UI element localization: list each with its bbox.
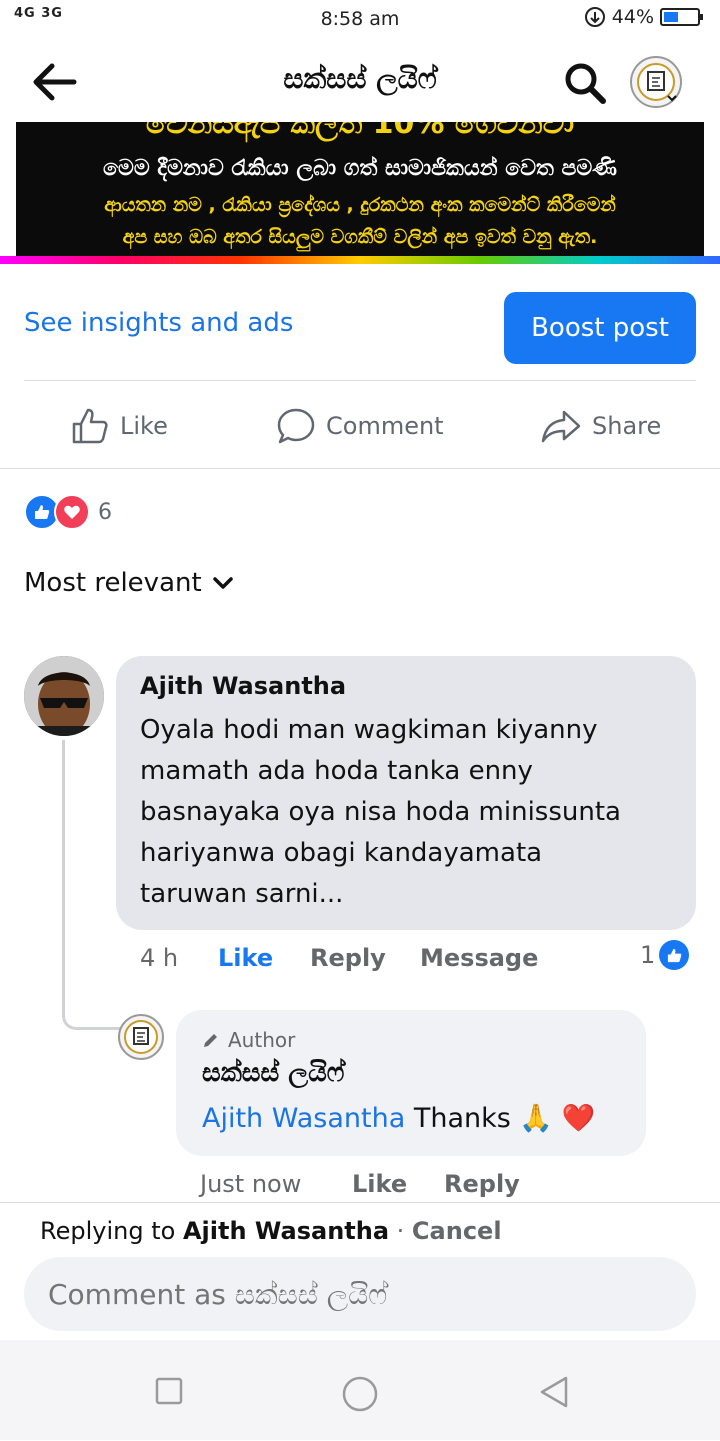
search-button[interactable] [560, 58, 610, 108]
reply-author[interactable]: සක්සස් ලයිෆ් [202, 1058, 344, 1089]
reply-reply-button[interactable]: Reply [444, 1170, 520, 1198]
comment-like-button[interactable]: Like [218, 944, 273, 972]
page-title: සක්සස් ලයිෆ් [283, 62, 437, 95]
divider [0, 468, 720, 469]
page-avatar[interactable] [118, 1014, 164, 1060]
replying-to-label: Replying to Ajith Wasantha · Cancel [40, 1217, 502, 1245]
comment-timestamp: 4 h [140, 944, 179, 972]
reply-like-button[interactable]: Like [352, 1170, 407, 1198]
replying-prefix: Replying to [40, 1217, 176, 1245]
boost-post-button[interactable]: Boost post [504, 292, 696, 364]
pray-heart-emoji: 🙏 ❤️ [519, 1103, 596, 1134]
reply-bubble[interactable]: Author සක්සස් ලයිෆ් Ajith Wasantha Thank… [176, 1010, 646, 1156]
banner-line-2: ආයතන නම , රැකියා ප්‍රදේශය , දුරකථන අංක ක… [104, 194, 616, 216]
banner-line-1: මෙම දීමනාව රැකියා ලබා ගත් සාමාජිකයන් වෙත… [103, 156, 617, 181]
banner-heading: වෙනස්ඇප් කලිත 10% ගෙවනවා [145, 122, 575, 141]
thumbs-up-icon [667, 948, 682, 962]
banner-line-3: අප සහ ඔබ අතර සියලුම වගකීම් වලින් අප ඉවත්… [122, 226, 598, 248]
comment-author[interactable]: Ajith Wasantha [140, 672, 346, 700]
comment-like-count: 1 [640, 941, 656, 969]
comment-input[interactable] [24, 1257, 696, 1331]
replying-separator: · [389, 1217, 412, 1245]
comment-bubble-icon [277, 408, 315, 444]
comment-sort-dropdown[interactable]: Most relevant [24, 568, 234, 598]
pencil-icon [204, 1034, 217, 1047]
reply-timestamp: Just now [200, 1170, 302, 1198]
love-reaction-icon [54, 494, 90, 530]
like-reaction-icon [659, 940, 690, 970]
comment-bubble[interactable]: Ajith Wasantha Oyala hodi man wagkiman k… [116, 656, 696, 930]
like-label: Like [120, 412, 168, 440]
comment-reaction-count[interactable]: 1 [640, 940, 690, 970]
comment-button[interactable]: Comment [276, 396, 444, 456]
comment-text-line: hariyanwa obagi kandayamata [140, 838, 543, 868]
author-badge-label: Author [228, 1028, 296, 1052]
share-button[interactable]: Share [540, 396, 661, 456]
triangle-back-nav-icon[interactable] [536, 1374, 572, 1410]
post-banner-image: වෙනස්ඇප් කලිත 10% ගෙවනවා මෙම දීමනාව රැකි… [16, 122, 704, 256]
banner-rainbow-stripe [0, 256, 720, 264]
battery-icon [660, 8, 703, 26]
thumbs-up-icon [72, 408, 108, 444]
reaction-count: 6 [98, 499, 112, 525]
comment-text-line: taruwan sarni... [140, 879, 344, 909]
thumbs-up-icon [35, 505, 50, 519]
author-badge: Author [202, 1028, 295, 1052]
commenter-photo [24, 656, 104, 736]
chevron-down-icon [212, 577, 233, 589]
battery-percent: 44% [611, 6, 654, 28]
replying-name: Ajith Wasantha [182, 1217, 390, 1245]
comment-message-button[interactable]: Message [420, 944, 538, 972]
square-nav-icon[interactable] [154, 1376, 184, 1406]
reply-mention[interactable]: Ajith Wasantha [202, 1103, 405, 1134]
data-saver-icon [584, 7, 605, 27]
comment-label: Comment [326, 412, 444, 440]
heart-icon [64, 505, 80, 519]
like-button[interactable]: Like [70, 396, 168, 456]
search-icon [565, 63, 606, 104]
share-label: Share [592, 412, 662, 440]
profile-switcher[interactable] [630, 56, 682, 108]
status-bar: 4G 3G 8:58 am 44% [0, 0, 720, 40]
comment-text-line: Oyala hodi man wagkiman kiyanny [140, 715, 598, 745]
app-header: සක්සස් ලයිෆ් [0, 44, 720, 120]
page-logo-icon [124, 1020, 158, 1054]
avatar[interactable] [24, 656, 104, 736]
battery-tip [700, 14, 703, 20]
reply-thread-line [62, 740, 122, 1030]
circle-nav-icon[interactable] [340, 1374, 380, 1414]
share-arrow-icon [541, 410, 581, 443]
reply-text: Ajith Wasantha Thanks 🙏 ❤️ [202, 1102, 595, 1134]
cancel-reply-button[interactable]: Cancel [412, 1217, 502, 1245]
page-logo-icon [637, 63, 677, 102]
comment-text-line: mamath ada hoda tanka enny [140, 756, 533, 786]
reply-message: Thanks [413, 1103, 511, 1134]
sort-label: Most relevant [24, 568, 202, 598]
divider [24, 380, 696, 381]
reaction-summary[interactable]: 6 [24, 494, 112, 530]
comment-text-line: basnayaka oya nisa hoda minissunta [140, 797, 621, 827]
comment-reply-button[interactable]: Reply [310, 944, 386, 972]
status-right-group: 44% [584, 6, 703, 28]
see-insights-link[interactable]: See insights and ads [24, 308, 293, 338]
system-navigation-bar [0, 1340, 720, 1440]
battery-level [664, 12, 679, 22]
